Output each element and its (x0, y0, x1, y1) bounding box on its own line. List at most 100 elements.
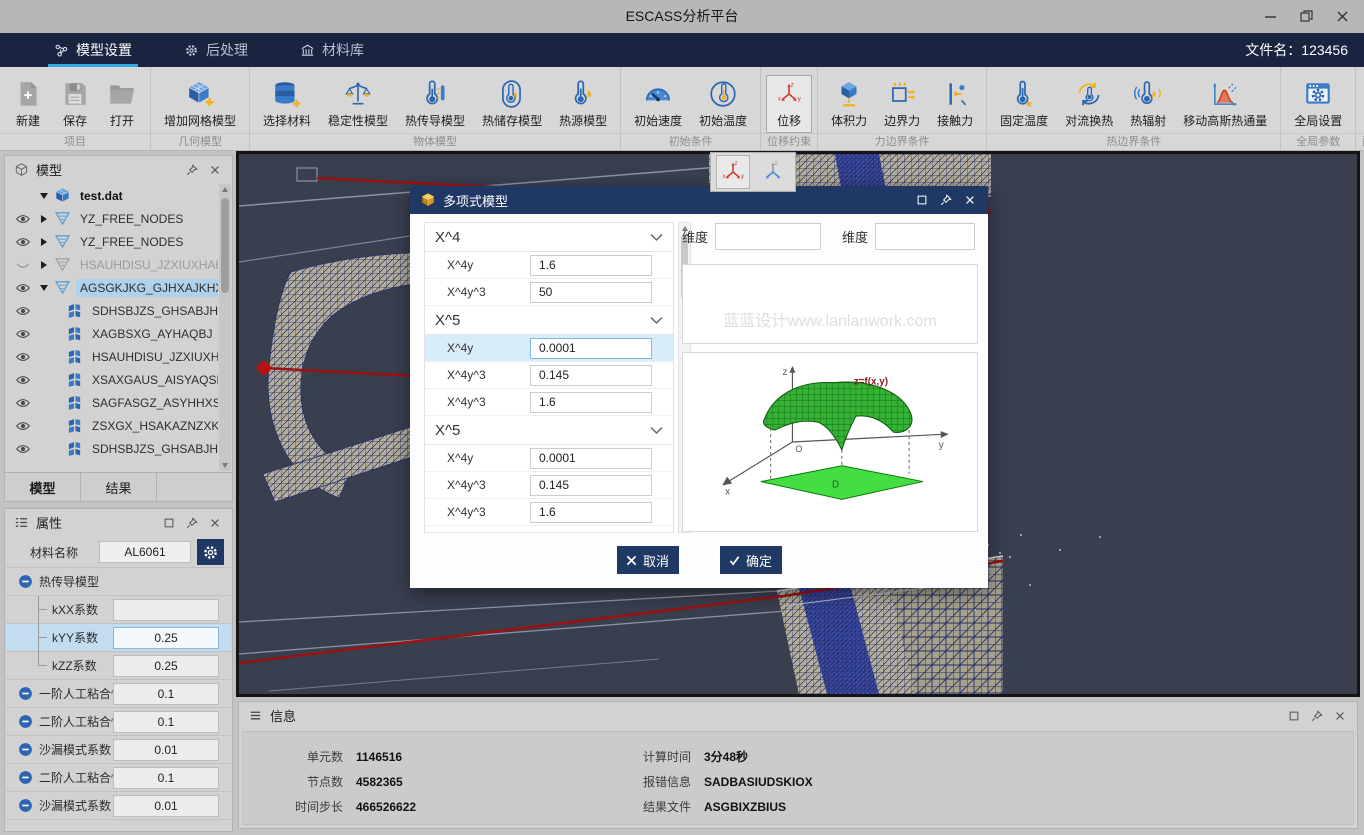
panel-tab-模型[interactable]: 模型 (5, 473, 81, 501)
pin-icon[interactable] (937, 192, 954, 209)
material-settings-button[interactable] (197, 539, 224, 565)
collapse-icon[interactable] (18, 574, 33, 589)
expander-icon[interactable] (38, 261, 50, 269)
property-row[interactable]: 沙漏模式系数0.01 (6, 792, 231, 820)
toolbar-button-displacement[interactable]: zxy位移 (766, 75, 812, 133)
expander-icon[interactable] (38, 215, 50, 223)
displacement-option-alt[interactable]: z (756, 155, 790, 189)
collapse-icon[interactable] (18, 686, 33, 701)
visibility-on-icon[interactable] (15, 280, 31, 296)
property-row[interactable]: 沙漏模式系数0.01 (6, 736, 231, 764)
menu-tab-post-process[interactable]: 后处理 (158, 33, 274, 67)
ok-button[interactable]: 确定 (720, 546, 782, 574)
toolbar-button-global-settings[interactable]: 全局设置 (1286, 75, 1350, 133)
dialog-header[interactable]: 多项式模型 (410, 186, 988, 214)
menu-tab-model-setup[interactable]: 模型设置 (28, 33, 158, 67)
toolbar-button-fixed-temperature[interactable]: 固定温度 (992, 75, 1056, 133)
tree-item[interactable]: HSAUHDISU_JZXIUXHAHX (6, 253, 218, 276)
expander-icon[interactable] (38, 193, 50, 199)
param-value-input[interactable]: 1.6 (530, 255, 652, 276)
property-row[interactable]: 二阶人工粘合性0.1 (6, 708, 231, 736)
toolbar-button-save[interactable]: 保存 (52, 75, 98, 133)
tree-item[interactable]: YZ_FREE_NODES (6, 230, 218, 253)
material-name-input[interactable]: AL6061 (99, 541, 191, 563)
pin-icon[interactable] (184, 162, 200, 178)
visibility-on-icon[interactable] (15, 418, 31, 434)
param-section-header[interactable]: X^5 (425, 306, 673, 335)
toolbar-button-heat-storage[interactable]: 热储存模型 (474, 75, 550, 133)
toolbar-button-stability-model[interactable]: 稳定性模型 (320, 75, 396, 133)
property-input[interactable]: 0.01 (113, 739, 219, 761)
toolbar-button-gauss-flux[interactable]: 移动高斯热通量 (1175, 75, 1275, 133)
toolbar-button-contact-force[interactable]: 接触力 (929, 75, 981, 133)
param-value-input[interactable]: 50 (530, 282, 652, 303)
tree-item[interactable]: AGSGKJKG_GJHXAJKHXA (6, 276, 218, 299)
dimension-input-1[interactable] (715, 223, 821, 250)
toolbar-button-thermal-radiation[interactable]: 热辐射 (1122, 75, 1174, 133)
property-input[interactable] (113, 599, 219, 621)
restore-icon[interactable] (1288, 0, 1324, 33)
toolbar-button-add-mesh-model[interactable]: 增加网格模型 (156, 75, 244, 133)
visibility-on-icon[interactable] (15, 326, 31, 342)
toolbar-button-new-file[interactable]: 新建 (5, 75, 51, 133)
param-value-input[interactable]: 0.145 (530, 475, 652, 496)
tree-item[interactable]: SAGFASGZ_ASYHHXSN (6, 391, 218, 414)
visibility-on-icon[interactable] (15, 441, 31, 457)
param-value-input[interactable]: 1.6 (530, 502, 652, 523)
param-value-input[interactable]: 1.6 (530, 392, 652, 413)
property-row[interactable]: 热传导模型 (6, 568, 231, 596)
property-input[interactable]: 0.1 (113, 711, 219, 733)
visibility-on-icon[interactable] (15, 303, 31, 319)
param-value-input[interactable]: 0.145 (530, 365, 652, 386)
visibility-on-icon[interactable] (15, 211, 31, 227)
toolbar-button-initial-temperature[interactable]: 初始温度 (691, 75, 755, 133)
tree-item[interactable]: SDHSBJZS_GHSABJHB_ZAHU (6, 299, 218, 322)
property-row[interactable]: 材料名称AL6061 (6, 537, 231, 568)
toolbar-button-convection[interactable]: 对流换热 (1057, 75, 1121, 133)
visibility-on-icon[interactable] (15, 372, 31, 388)
displacement-option-xyz[interactable]: zxy (716, 155, 750, 189)
visibility-off-icon[interactable] (15, 257, 31, 273)
expander-icon[interactable] (38, 238, 50, 246)
maximize-icon[interactable] (1286, 708, 1302, 724)
maximize-icon[interactable] (161, 515, 177, 531)
close-icon[interactable] (961, 192, 978, 209)
tree-item[interactable]: test.dat (6, 184, 218, 207)
property-input[interactable]: 0.1 (113, 767, 219, 789)
toolbar-button-heat-conduction[interactable]: 热传导模型 (397, 75, 473, 133)
tree-scrollbar[interactable] (219, 184, 231, 471)
property-row[interactable]: kYY系数0.25 (6, 624, 231, 652)
scrollbar-thumb[interactable] (221, 198, 229, 293)
cancel-button[interactable]: 取消 (617, 546, 679, 574)
tree-item[interactable]: XSAXGAUS_AISYAQSH_ASHX (6, 368, 218, 391)
expander-icon[interactable] (38, 285, 50, 291)
toolbar-button-initial-velocity[interactable]: 初始速度 (626, 75, 690, 133)
property-input[interactable]: 0.25 (113, 655, 219, 677)
visibility-on-icon[interactable] (15, 234, 31, 250)
toolbar-button-select-material[interactable]: 选择材料 (255, 75, 319, 133)
maximize-icon[interactable] (913, 192, 930, 209)
close-icon[interactable] (1332, 708, 1348, 724)
dimension-input-2[interactable] (875, 223, 975, 250)
property-input[interactable]: 0.25 (113, 627, 219, 649)
tree-item[interactable]: XAGBSXG_AYHAQBJ (6, 322, 218, 345)
menu-tab-material-lib[interactable]: 材料库 (274, 33, 390, 67)
param-value-input[interactable]: 0.0001 (530, 448, 652, 469)
collapse-icon[interactable] (18, 798, 33, 813)
scroll-down-icon[interactable] (222, 463, 228, 468)
toolbar-button-boundary-force[interactable]: 边界力 (876, 75, 928, 133)
visibility-on-icon[interactable] (15, 395, 31, 411)
toolbar-button-open-folder[interactable]: 打开 (99, 75, 145, 133)
property-row[interactable]: 二阶人工粘合性0.1 (6, 764, 231, 792)
tree-item[interactable]: HSAUHDISU_JZXIUXHAHX (6, 345, 218, 368)
collapse-icon[interactable] (18, 742, 33, 757)
property-row[interactable]: kZZ系数0.25 (6, 652, 231, 680)
pin-icon[interactable] (1309, 708, 1325, 724)
panel-tab-结果[interactable]: 结果 (81, 473, 157, 501)
param-section-header[interactable]: X^4 (425, 223, 673, 252)
close-icon[interactable] (1324, 0, 1360, 33)
scroll-up-icon[interactable] (222, 187, 228, 192)
tree-item[interactable]: SDHSBJZS_GHSABJHB_ZAHU (6, 437, 218, 460)
tree-item[interactable]: YZ_FREE_NODES (6, 207, 218, 230)
property-input[interactable]: 0.1 (113, 683, 219, 705)
